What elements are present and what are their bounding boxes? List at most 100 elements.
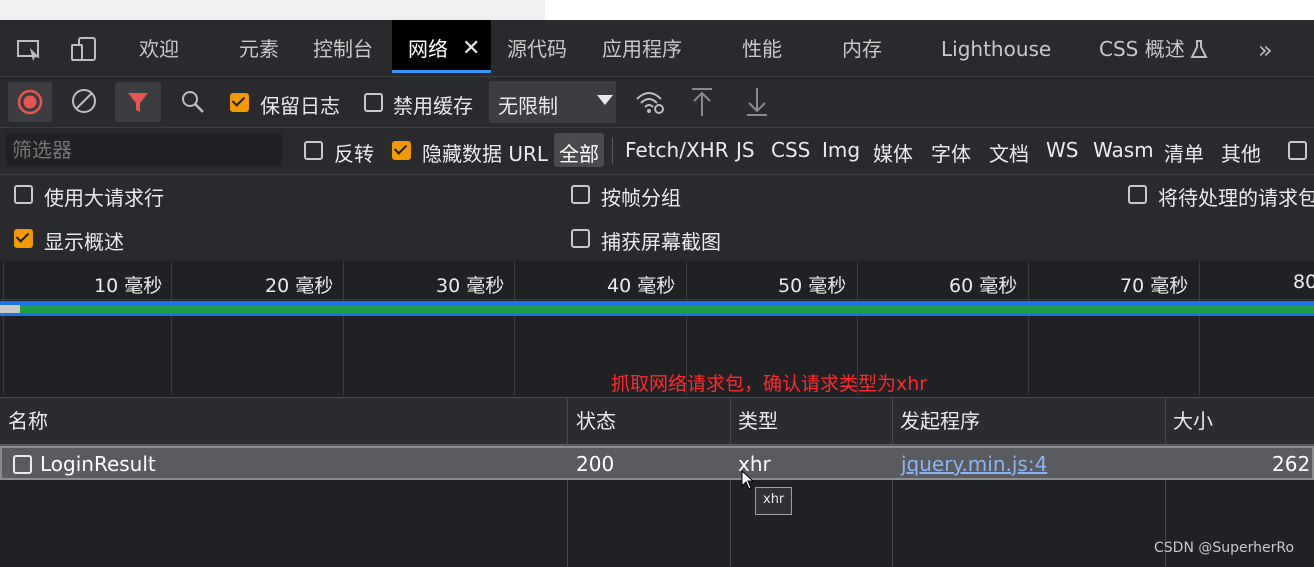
header-status[interactable]: 状态 [568, 398, 730, 444]
network-conditions-icon[interactable] [634, 87, 666, 117]
type-filter-font[interactable]: 字体 [931, 138, 971, 167]
pending-requests-label: 将待处理的请求包 [1158, 186, 1314, 210]
throttling-value: 无限制 [498, 94, 558, 118]
big-rows-label: 使用大请求行 [44, 186, 164, 210]
filter-icon[interactable] [115, 82, 161, 122]
tab-welcome[interactable]: 欢迎 [139, 20, 179, 76]
column-divider[interactable] [567, 398, 568, 567]
table-row[interactable]: LoginResult 200 xhr jquery.min.js:4 262 … [0, 446, 1314, 480]
capture-screenshots-label: 捕获屏幕截图 [601, 230, 721, 254]
invert-label: 反转 [334, 142, 374, 166]
header-initiator[interactable]: 发起程序 [892, 398, 1165, 444]
tick-label: 60 毫秒 [949, 275, 1018, 297]
search-icon[interactable] [180, 89, 206, 115]
device-toolbar-icon[interactable] [70, 36, 98, 64]
record-stop-icon[interactable] [8, 82, 52, 122]
clear-icon[interactable] [70, 87, 98, 115]
request-name[interactable]: LoginResult [40, 448, 156, 478]
preserve-log-label: 保留日志 [260, 94, 340, 118]
tick-line [1028, 261, 1029, 395]
disable-cache-checkbox[interactable] [364, 93, 383, 112]
tick-label: 10 毫秒 [94, 275, 163, 297]
tab-performance[interactable]: 性能 [742, 20, 782, 76]
throttling-select[interactable]: 无限制 [489, 81, 616, 123]
tooltip: xhr [755, 487, 792, 515]
column-divider[interactable] [892, 398, 893, 567]
close-icon[interactable]: ✕ [462, 20, 480, 78]
group-by-frame-checkbox[interactable] [571, 185, 590, 204]
tab-sources[interactable]: 源代码 [507, 20, 567, 76]
hide-data-urls-label: 隐藏数据 URL [422, 142, 549, 166]
settings-options: 使用大请求行 按帧分组 将待处理的请求包 显示概述 捕获屏幕截图 [0, 175, 1314, 262]
invert-checkbox[interactable] [304, 141, 323, 160]
tab-network-label: 网络 [408, 37, 448, 61]
devtools-tab-bar: 欢迎 元素 控制台 网络 ✕ 源代码 应用程序 性能 内存 Lighthouse… [0, 20, 1314, 77]
tick-label: 50 毫秒 [778, 275, 847, 297]
filter-input[interactable] [6, 134, 282, 166]
column-divider[interactable] [730, 398, 731, 567]
top-strip [0, 0, 1314, 20]
type-filter-all-label: 全部 [559, 142, 599, 166]
type-filter-media[interactable]: 媒体 [873, 138, 913, 167]
tab-elements[interactable]: 元素 [239, 20, 279, 76]
type-filter-wasm[interactable]: Wasm [1093, 138, 1154, 162]
tick-label: 70 毫秒 [1120, 275, 1189, 297]
tick-label: 20 毫秒 [265, 275, 334, 297]
hide-data-urls-checkbox[interactable] [392, 141, 411, 160]
tab-lighthouse[interactable]: Lighthouse [941, 20, 1051, 76]
blocked-requests-checkbox[interactable] [1288, 141, 1307, 160]
tab-application[interactable]: 应用程序 [602, 20, 682, 76]
network-toolbar: 保留日志 禁用缓存 无限制 [0, 77, 1314, 128]
import-har-icon[interactable] [690, 86, 714, 118]
watermark: CSDN @SuperherRo [1154, 540, 1295, 556]
more-tabs-icon[interactable]: » [1258, 38, 1273, 62]
type-filter-manifest[interactable]: 清单 [1164, 138, 1204, 167]
big-rows-checkbox[interactable] [14, 185, 33, 204]
tick-line [3, 261, 4, 395]
tick-label: 80 [1293, 271, 1314, 293]
requests-table-header: 名称 状态 类型 发起程序 大小 [0, 398, 1314, 446]
request-initiator-link[interactable]: jquery.min.js:4 [901, 448, 1047, 478]
pending-requests-checkbox[interactable] [1128, 185, 1147, 204]
tick-line [171, 261, 172, 395]
request-bar-start [0, 305, 20, 313]
header-name[interactable]: 名称 [0, 398, 568, 444]
show-overview-label: 显示概述 [44, 230, 124, 254]
tab-console[interactable]: 控制台 [313, 20, 373, 76]
tab-css-overview[interactable]: CSS 概述 [1099, 20, 1185, 76]
tick-label: 40 毫秒 [607, 275, 676, 297]
overview-timeline[interactable]: 10 毫秒 20 毫秒 30 毫秒 40 毫秒 50 毫秒 60 毫秒 70 毫… [0, 261, 1314, 399]
group-by-frame-label: 按帧分组 [601, 186, 681, 210]
type-filter-css[interactable]: CSS [771, 138, 810, 162]
header-size[interactable]: 大小 [1165, 398, 1314, 444]
type-filter-all[interactable]: 全部 [554, 133, 604, 167]
tick-line [514, 261, 515, 395]
filter-row: 反转 隐藏数据 URL 全部 Fetch/XHR JS CSS Img 媒体 字… [0, 128, 1314, 175]
capture-screenshots-checkbox[interactable] [571, 229, 590, 248]
tab-network[interactable]: 网络 ✕ [392, 20, 491, 73]
inspect-element-icon[interactable] [16, 38, 44, 62]
request-size: 262 E [1272, 452, 1314, 476]
filter-divider [612, 138, 613, 164]
tick-line [1199, 261, 1200, 395]
type-filter-fetch-xhr[interactable]: Fetch/XHR [625, 138, 729, 162]
disable-cache-label: 禁用缓存 [393, 94, 473, 118]
type-filter-img[interactable]: Img [822, 138, 860, 162]
show-overview-checkbox[interactable] [14, 229, 33, 248]
request-status: 200 [576, 452, 615, 476]
tick-label: 30 毫秒 [436, 275, 505, 297]
header-type[interactable]: 类型 [730, 398, 892, 444]
tooltip-text: xhr [763, 492, 785, 507]
type-filter-doc[interactable]: 文档 [989, 138, 1029, 167]
chevron-down-icon [597, 95, 613, 105]
request-bar-green [20, 305, 1314, 313]
type-filter-js[interactable]: JS [736, 138, 755, 162]
tick-line [343, 261, 344, 395]
tab-memory[interactable]: 内存 [842, 20, 882, 76]
type-filter-other[interactable]: 其他 [1221, 138, 1261, 167]
export-har-icon[interactable] [745, 86, 769, 118]
type-filter-ws[interactable]: WS [1046, 138, 1078, 162]
preserve-log-checkbox[interactable] [230, 93, 249, 112]
row-checkbox[interactable] [13, 455, 32, 474]
annotation-text: 抓取网络请求包，确认请求类型为xhr [611, 373, 928, 395]
